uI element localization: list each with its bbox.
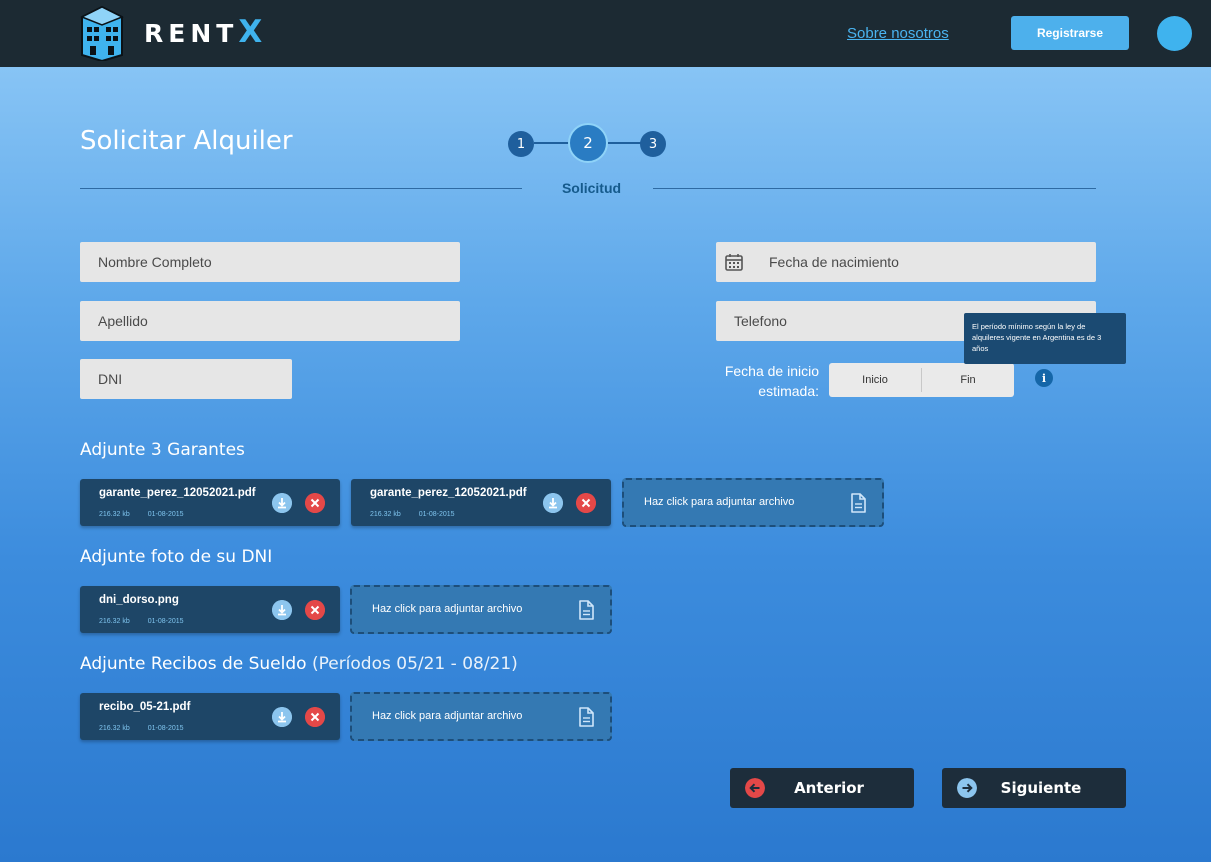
brand-suffix: X [238, 14, 263, 50]
calendar-icon[interactable] [725, 253, 743, 271]
range-start[interactable]: Inicio [829, 374, 921, 386]
divider [653, 188, 1096, 189]
file-size: 216.32 kb [370, 511, 401, 518]
section-label: Solicitud [561, 180, 622, 196]
download-icon[interactable] [272, 707, 292, 727]
register-button[interactable]: Registrarse [1011, 16, 1129, 50]
birth-date-field[interactable]: Fecha de nacimiento [716, 242, 1096, 282]
stepper: 1 2 3 [508, 123, 668, 165]
file-meta: 216.32 kb 01-08-2015 [99, 618, 184, 625]
building-logo-icon[interactable] [80, 5, 124, 61]
file-card: dni_dorso.png 216.32 kb 01-08-2015 [80, 586, 340, 633]
date-range-picker[interactable]: Inicio Fin [829, 363, 1014, 397]
last-name-placeholder: Apellido [98, 313, 148, 329]
file-size: 216.32 kb [99, 725, 130, 732]
dni-photo-title: Adjunte foto de su DNI [80, 547, 273, 567]
info-tooltip: El período mínimo según la ley de alquil… [964, 313, 1126, 364]
file-card: garante_perez_12052021.pdf 216.32 kb 01-0… [351, 479, 611, 526]
payslips-title-main: Adjunte Recibos de Sueldo [80, 654, 307, 674]
range-end[interactable]: Fin [922, 374, 1014, 386]
document-icon [579, 707, 594, 727]
info-icon[interactable]: i [1035, 369, 1053, 387]
file-name: garante_perez_12052021.pdf [99, 487, 256, 499]
step-connector [608, 142, 642, 144]
step-3[interactable]: 3 [640, 131, 666, 157]
phone-placeholder: Telefono [734, 313, 787, 329]
download-icon[interactable] [272, 600, 292, 620]
file-name: recibo_05-21.pdf [99, 701, 191, 713]
full-name-placeholder: Nombre Completo [98, 254, 212, 270]
payslips-title-periods: (Períodos 05/21 - 08/21) [311, 654, 518, 674]
last-name-field[interactable]: Apellido [80, 301, 460, 341]
document-icon [851, 493, 866, 513]
file-meta: 216.32 kb 01-08-2015 [99, 725, 184, 732]
step-2[interactable]: 2 [568, 123, 608, 163]
full-name-field[interactable]: Nombre Completo [80, 242, 460, 282]
file-meta: 216.32 kb 01-08-2015 [99, 511, 184, 518]
start-date-label-line2: estimada: [758, 383, 819, 399]
file-card: recibo_05-21.pdf 216.32 kb 01-08-2015 [80, 693, 340, 740]
brand-prefix: RENT [144, 19, 239, 48]
upload-prompt: Haz click para adjuntar archivo [644, 496, 795, 508]
start-date-label: Fecha de inicio estimada: [700, 361, 819, 401]
about-link[interactable]: Sobre nosotros [847, 25, 949, 42]
file-name: garante_perez_12052021.pdf [370, 487, 527, 499]
remove-icon[interactable] [305, 600, 325, 620]
document-icon [579, 600, 594, 620]
page-title: Solicitar Alquiler [80, 126, 293, 156]
divider [80, 188, 522, 189]
upload-dropzone[interactable]: Haz click para adjuntar archivo [622, 478, 884, 527]
top-bar: RENTX Sobre nosotros Registrarse [0, 0, 1211, 67]
file-name: dni_dorso.png [99, 594, 179, 606]
step-connector [534, 142, 572, 144]
upload-dropzone[interactable]: Haz click para adjuntar archivo [350, 585, 612, 634]
previous-label: Anterior [794, 779, 864, 797]
file-date: 01-08-2015 [147, 511, 184, 518]
previous-button[interactable]: Anterior [730, 768, 914, 808]
download-icon[interactable] [272, 493, 292, 513]
next-button[interactable]: Siguiente [942, 768, 1126, 808]
start-date-label-line1: Fecha de inicio [724, 363, 819, 379]
file-size: 216.32 kb [99, 618, 130, 625]
download-icon[interactable] [543, 493, 563, 513]
dni-placeholder: DNI [98, 371, 123, 387]
file-date: 01-08-2015 [147, 618, 184, 625]
file-meta: 216.32 kb 01-08-2015 [370, 511, 455, 518]
file-date: 01-08-2015 [418, 511, 455, 518]
dni-field[interactable]: DNI [80, 359, 292, 399]
file-size: 216.32 kb [99, 511, 130, 518]
brand-name[interactable]: RENTX [144, 14, 262, 50]
upload-prompt: Haz click para adjuntar archivo [372, 710, 523, 722]
avatar[interactable] [1157, 16, 1192, 51]
payslips-title: Adjunte Recibos de Sueldo (Períodos 05/2… [80, 654, 518, 674]
birth-date-placeholder: Fecha de nacimiento [769, 254, 899, 270]
file-date: 01-08-2015 [147, 725, 184, 732]
remove-icon[interactable] [305, 707, 325, 727]
next-label: Siguiente [1000, 779, 1082, 797]
file-card: garante_perez_12052021.pdf 216.32 kb 01-0… [80, 479, 340, 526]
garantes-title: Adjunte 3 Garantes [80, 440, 245, 460]
step-1[interactable]: 1 [508, 131, 534, 157]
upload-prompt: Haz click para adjuntar archivo [372, 603, 523, 615]
upload-dropzone[interactable]: Haz click para adjuntar archivo [350, 692, 612, 741]
remove-icon[interactable] [576, 493, 596, 513]
remove-icon[interactable] [305, 493, 325, 513]
